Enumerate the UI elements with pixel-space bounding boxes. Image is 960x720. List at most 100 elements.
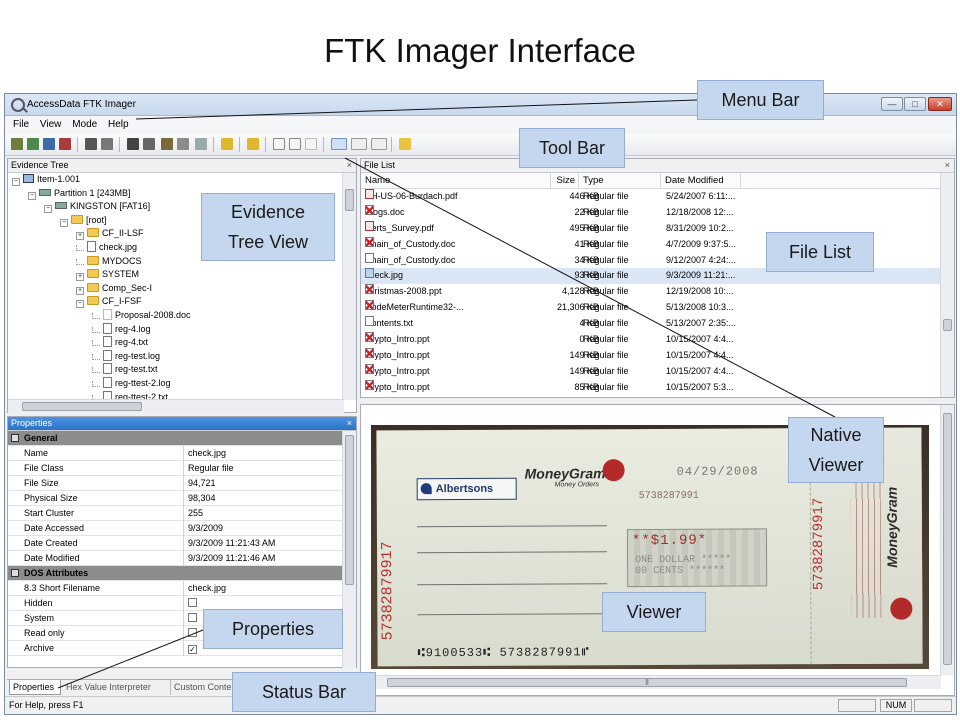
tree-node[interactable]: reg-ttest-2.log <box>8 376 344 391</box>
file-row[interactable]: Crypto_Intro.ppt 85 KB Regular file 10/15/2… <box>361 379 942 396</box>
scroll-thumb[interactable] <box>22 402 142 411</box>
tree-node[interactable]: + Comp_Sec-I <box>8 282 344 296</box>
window-title: AccessData FTK Imager <box>27 99 136 110</box>
column-header-name[interactable]: Name <box>361 173 551 189</box>
properties-vscroll[interactable] <box>342 431 356 668</box>
tree-node[interactable]: reg-4.log <box>8 322 344 337</box>
tree-node[interactable]: reg-test.txt <box>8 363 344 377</box>
deleted-file-icon <box>365 204 374 215</box>
expand-icon[interactable]: + <box>76 232 84 241</box>
evidence-tree-hscroll[interactable] <box>8 399 344 413</box>
file-row[interactable]: christmas-2008.ppt 4,128 KB Regular file 12… <box>361 284 942 300</box>
scroll-thumb[interactable]: ⦀ <box>387 678 907 687</box>
collapse-icon[interactable] <box>11 569 19 577</box>
menu-file[interactable]: File <box>13 119 29 130</box>
tree-node[interactable]: reg-4.txt <box>8 336 344 350</box>
menu-help[interactable]: Help <box>108 119 129 130</box>
expand-icon[interactable]: + <box>76 286 84 295</box>
collapse-icon[interactable]: − <box>12 178 20 186</box>
tree-node[interactable]: − CF_I-FSF <box>8 295 344 309</box>
close-panel-icon[interactable]: × <box>347 159 352 172</box>
collapse-icon[interactable]: − <box>28 191 36 200</box>
properties-page-icon[interactable] <box>289 138 301 150</box>
export-files-icon[interactable] <box>161 138 173 150</box>
file-type: Regular file <box>583 381 629 392</box>
close-panel-icon[interactable]: × <box>945 159 950 172</box>
minimize-button[interactable]: — <box>881 97 903 111</box>
pdf-file-icon <box>365 189 374 199</box>
obtain-protected-files-icon[interactable] <box>143 138 155 150</box>
property-checkbox <box>188 628 197 637</box>
export-disk-image-icon[interactable] <box>101 138 113 150</box>
menu-mode[interactable]: Mode <box>72 119 97 130</box>
scroll-thumb[interactable] <box>943 319 952 331</box>
file-row[interactable]: Crypto_Intro.ppt 149 KB Regular file 10/15/… <box>361 363 942 380</box>
property-section-label: General <box>24 433 58 443</box>
verify-drive-icon[interactable] <box>221 138 233 150</box>
column-header-size[interactable]: Size <box>551 173 579 189</box>
evidence-tree-vscroll[interactable] <box>342 173 356 400</box>
image-mounting-icon[interactable] <box>43 138 55 150</box>
file-type: Regular file <box>583 254 629 265</box>
scroll-thumb[interactable] <box>345 435 354 585</box>
file-name-cell: Certs_Survey.pdf <box>365 220 545 236</box>
file-row[interactable]: Contents.txt 4 KB Regular file 5/13/2007 2:… <box>361 316 942 332</box>
callout-native-viewer: Native Viewer <box>788 417 884 483</box>
tree-node[interactable]: Proposal-2008.doc <box>8 308 344 323</box>
scroll-thumb[interactable] <box>943 413 952 665</box>
column-header-date-modified[interactable]: Date Modified <box>661 173 741 189</box>
file-date-modified: 10/15/2007 4:4... <box>666 349 734 360</box>
collapse-icon[interactable]: − <box>44 205 52 214</box>
close-window-button[interactable]: ✕ <box>928 97 952 111</box>
tab-properties[interactable]: Properties <box>9 680 61 695</box>
help-icon[interactable] <box>399 138 411 150</box>
file-date-modified: 8/31/2009 10:2... <box>666 222 734 233</box>
file-name: Crypto_Intro.ppt <box>365 381 430 392</box>
file-icon <box>87 240 96 252</box>
view-hex-icon[interactable] <box>371 138 387 150</box>
column-header-type[interactable]: Type <box>579 173 661 189</box>
tab-hex-value-interpreter[interactable]: Hex Value Interpreter <box>63 680 171 695</box>
view-auto-icon[interactable] <box>331 138 347 150</box>
file-list-vscroll[interactable] <box>940 173 954 397</box>
toolbar-separator <box>391 137 392 152</box>
close-panel-icon[interactable]: × <box>347 417 352 430</box>
decrypt-key-icon[interactable] <box>247 138 259 150</box>
remove-evidence-icon[interactable] <box>59 138 71 150</box>
add-all-evidence-icon[interactable] <box>27 138 39 150</box>
viewer-vscroll[interactable] <box>940 405 954 675</box>
property-section[interactable]: DOS Attributes <box>8 566 346 581</box>
menu-view[interactable]: View <box>40 119 62 130</box>
tree-connector-icon <box>92 367 100 374</box>
create-disk-image-icon[interactable] <box>85 138 97 150</box>
collapse-icon[interactable]: − <box>76 300 84 309</box>
file-row[interactable]: CodeMeterRuntime32-... 21,306 KB Regular f… <box>361 300 942 316</box>
add-evidence-icon[interactable] <box>11 138 23 150</box>
property-section[interactable]: General <box>8 431 346 446</box>
copy-page-icon[interactable] <box>305 138 317 150</box>
tree-node-label: reg-ttest-2.log <box>115 377 171 388</box>
file-row[interactable]: Blogs.doc 22 KB Regular file 12/18/2008 12:… <box>361 204 942 221</box>
tree-node[interactable]: reg-test.log <box>8 349 344 364</box>
maximize-button[interactable]: □ <box>904 97 926 111</box>
file-type: Regular file <box>583 302 629 313</box>
export-hash-list-icon[interactable] <box>177 138 189 150</box>
evidence-tree-header: Evidence Tree × <box>8 159 356 173</box>
export-directory-listing-icon[interactable] <box>195 138 207 150</box>
scroll-thumb[interactable] <box>345 189 354 211</box>
file-row[interactable]: Crypto_Intro.ppt 149 KB Regular file 10/15/… <box>361 347 942 364</box>
file-row[interactable]: BH-US-06-Burdach.pdf 446 KB Regular file 5/… <box>361 189 942 205</box>
tree-node[interactable]: − Item-1.001 <box>8 173 344 187</box>
new-page-icon[interactable] <box>273 138 285 150</box>
capture-memory-icon[interactable] <box>127 138 139 150</box>
viewer-hscroll[interactable]: ⦀ <box>361 675 941 689</box>
file-date-modified: 12/19/2008 10:... <box>666 286 734 297</box>
amount-words: ONE DOLLAR ***** 00 CENTS ****** <box>635 554 732 578</box>
view-text-icon[interactable] <box>351 138 367 150</box>
file-row[interactable]: Crypto_Intro.ppt 0 KB Regular file 10/15/20… <box>361 332 942 348</box>
tree-node[interactable]: + SYSTEM <box>8 268 344 282</box>
expand-icon[interactable]: + <box>76 273 84 282</box>
file-name-cell: christmas-2008.ppt <box>365 284 545 299</box>
collapse-icon[interactable]: − <box>60 218 68 227</box>
collapse-icon[interactable] <box>11 434 19 442</box>
